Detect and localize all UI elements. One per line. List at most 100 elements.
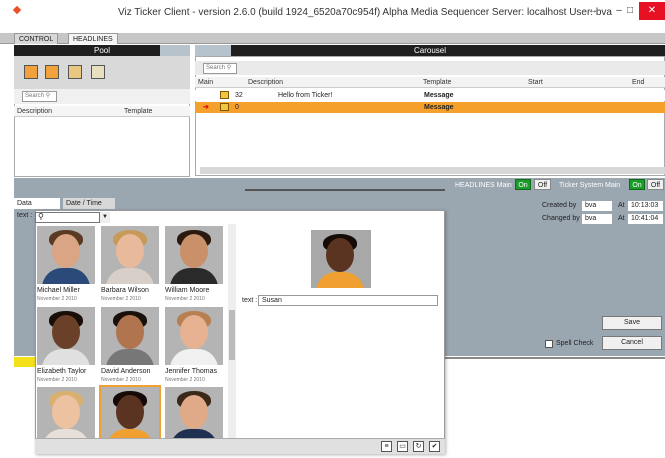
pool-col-description[interactable]: Description [17,106,52,117]
current-arrow-icon: ➔ [203,104,209,111]
thumbnail-face [180,395,208,429]
table-row[interactable]: 32 Hello from Ticker! Message [195,90,665,101]
tab-data[interactable]: Data [14,198,60,209]
thumbnail-face [52,395,80,429]
headlines-main-label: HEADLINES Main [455,182,512,189]
window-icon[interactable]: ▭ [397,441,408,452]
image-thumbnail[interactable] [37,387,95,445]
image-caption-date: November 2 2010 [165,377,205,383]
pool-column-header: Description Template [14,106,190,117]
image-caption-date: November 2 2010 [101,377,141,383]
carousel-col-template[interactable]: Template [423,77,451,88]
save-button[interactable]: Save [602,316,662,330]
preview-shirt [316,272,364,288]
carousel-col-start[interactable]: Start [528,77,543,88]
ticker-main-label: Ticker System Main [559,182,621,189]
thumbnail-face [116,234,144,268]
window-title: Viz Ticker Client - version 2.6.0 (build… [118,7,612,18]
image-caption-date: November 2 2010 [37,377,77,383]
carousel-header-accent [195,45,231,56]
thumbnail-face [116,395,144,429]
changed-by-label: Changed by [542,215,580,222]
ticker-off-button[interactable]: Off [647,179,664,190]
image-caption-name: William Moore [165,287,210,294]
carousel-col-main[interactable]: Main [198,77,213,88]
image-caption-date: November 2 2010 [37,296,77,302]
image-thumbnail[interactable] [37,226,95,284]
list-view-icon[interactable]: ≡ [381,441,392,452]
search-icon: ⚲ [38,212,44,221]
image-thumbnail[interactable] [99,385,161,447]
template-icon[interactable] [68,65,82,79]
maximize-button[interactable]: □ [622,2,638,20]
spell-check-label: Spell Check [556,340,594,347]
refresh-icon[interactable]: ↻ [413,441,424,452]
image-caption-name: Barbara Wilson [101,287,149,294]
row-template: Message [424,92,454,99]
ticker-on-button[interactable]: On [629,179,645,190]
created-by-label: Created by [542,202,577,209]
created-at-label: At [618,202,625,209]
preview-face [326,238,354,272]
changed-by-value: bva [582,214,612,224]
thumbnail-shirt [42,268,90,284]
headlines-off-button[interactable]: Off [534,179,551,190]
thumbnail-face [52,315,80,349]
image-caption-name: David Anderson [101,368,151,375]
created-by-value: bva [582,201,612,211]
thumbnail-shirt [106,349,154,365]
carousel-title: Carousel [195,45,665,56]
panel-splitter[interactable] [245,189,445,191]
image-thumbnail[interactable] [165,307,223,365]
tab-date-time[interactable]: Date / Time [63,198,115,209]
pool-header-accent [160,45,190,56]
carousel-col-description[interactable]: Description [248,77,283,88]
image-picker-popup [35,210,445,454]
carousel-column-header: Main Description Template Start End [195,77,665,88]
headlines-on-button[interactable]: On [515,179,531,190]
message-icon [220,91,229,99]
pool-col-template[interactable]: Template [124,106,152,117]
text-field-input[interactable]: Susan [258,295,438,306]
row-template: Message [424,104,454,111]
search-icon: ⚲ [45,93,51,99]
carousel-horizontal-scrollbar[interactable] [200,167,665,174]
thumbnail-shirt [170,349,218,365]
cancel-button[interactable]: Cancel [602,336,662,350]
image-caption-date: November 2 2010 [101,296,141,302]
image-thumbnail[interactable] [37,307,95,365]
text-field-label: text : [242,297,258,304]
scrollbar-thumb[interactable] [229,310,235,360]
pool-search-placeholder: Search [25,93,45,99]
tab-headlines[interactable]: HEADLINES [68,33,118,44]
tab-control[interactable]: CONTROL [14,33,59,44]
close-button[interactable]: ✕ [639,2,665,20]
message-icon [220,103,229,111]
carousel-search-input[interactable]: Search ⚲ [203,63,237,74]
pool-search-input[interactable]: Search ⚲ [22,91,57,102]
restore-icon[interactable]: ↔ [580,2,606,20]
chevron-down-icon[interactable]: ▼ [99,212,110,223]
spell-check-checkbox[interactable] [545,340,553,348]
row-count: 32 [235,92,243,99]
changed-at-label: At [618,215,625,222]
image-thumbnail[interactable] [101,226,159,284]
confirm-check-icon[interactable]: ✔ [429,441,440,452]
image-caption-name: Michael Miller [37,287,80,294]
image-caption-name: Jennifer Thomas [165,368,218,375]
selected-image-preview [311,230,371,288]
carousel-search-placeholder: Search [206,65,226,71]
thumbnail-shirt [170,268,218,284]
thumbnail-shirt [106,268,154,284]
text-field-label: text : [17,212,33,219]
image-thumbnail[interactable] [101,307,159,365]
image-caption-date: November 2 2010 [165,296,205,302]
image-thumbnail[interactable] [165,226,223,284]
table-row-selected[interactable]: ➔ 0 Message [195,102,665,113]
new-element-icon[interactable] [24,65,38,79]
open-folder-icon[interactable] [45,65,59,79]
row-count: 0 [235,104,239,111]
playlist-icon[interactable] [91,65,105,79]
carousel-col-end[interactable]: End [632,77,644,88]
image-thumbnail[interactable] [165,387,223,445]
